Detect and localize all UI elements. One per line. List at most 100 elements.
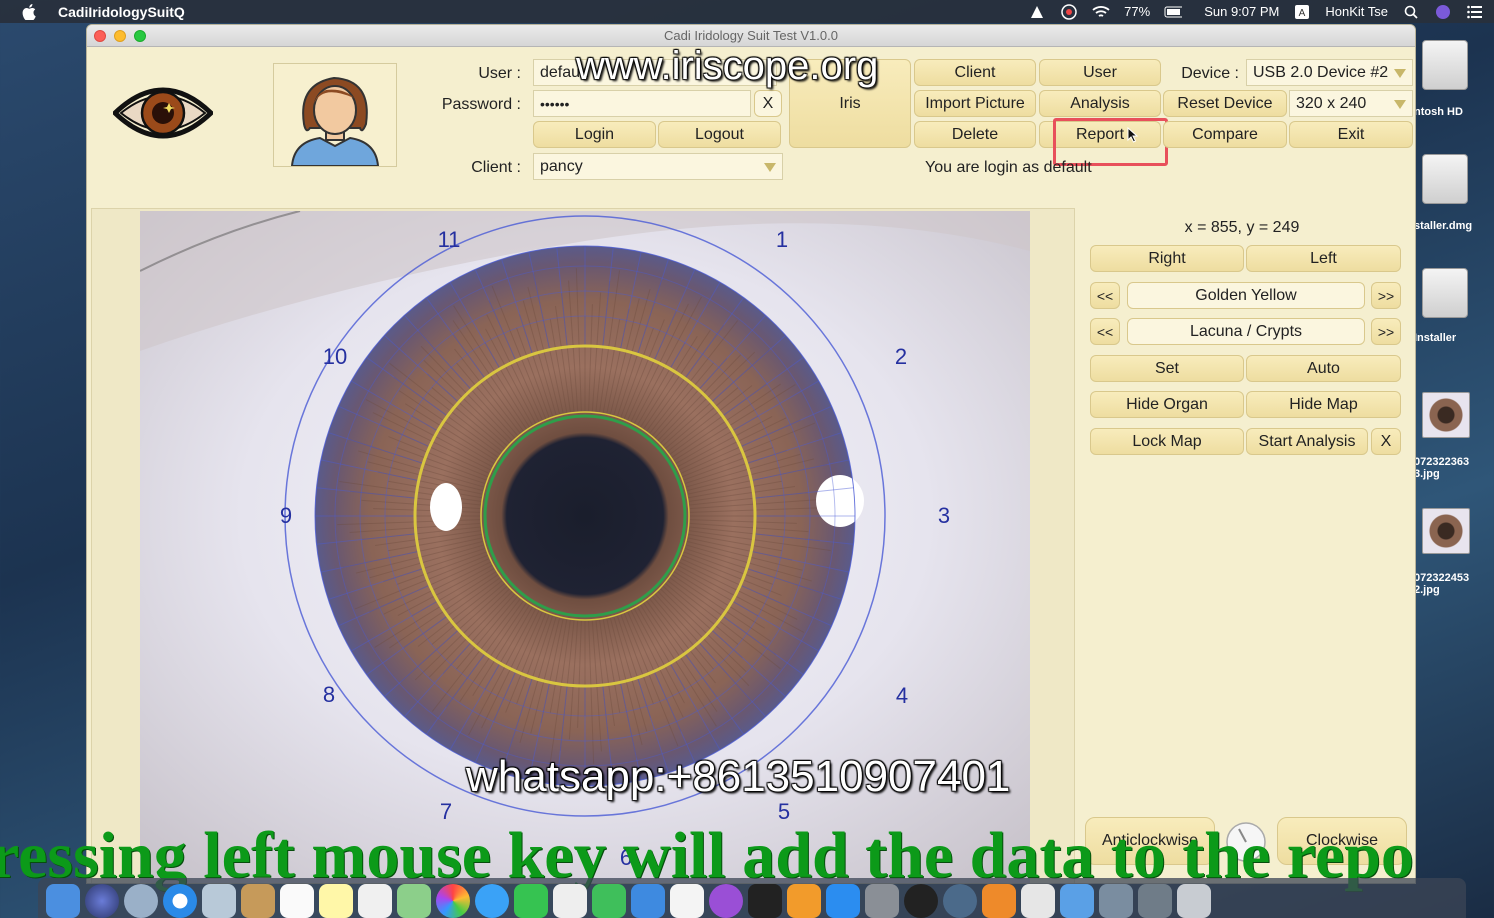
dock [38, 878, 1466, 918]
obs-icon[interactable] [904, 884, 938, 918]
notification-center-icon[interactable] [1466, 4, 1484, 20]
battery-percent: 77% [1124, 4, 1151, 19]
desktop-item-photo-1[interactable]: 072322363 3.jpg [1414, 392, 1494, 480]
website-watermark: www.iriscope.org [576, 44, 879, 88]
keynote-icon[interactable] [631, 884, 665, 918]
resolution-select[interactable]: 320 x 240 [1289, 90, 1413, 117]
device-label: Device : [1181, 65, 1239, 82]
lock-map-button[interactable]: Lock Map [1090, 428, 1244, 455]
close-window-button[interactable] [94, 30, 106, 42]
menubar-user[interactable]: HonKit Tse [1325, 4, 1388, 19]
exit-button[interactable]: Exit [1289, 121, 1413, 148]
app-store-icon[interactable] [826, 884, 860, 918]
hide-map-button[interactable]: Hide Map [1246, 391, 1401, 418]
desktop-item-hd[interactable]: ntosh HD [1414, 40, 1494, 118]
auto-button[interactable]: Auto [1246, 355, 1401, 382]
siri-icon[interactable] [85, 884, 119, 918]
device-select-value: USB 2.0 Device #2 [1253, 63, 1389, 81]
music-icon[interactable] [670, 884, 704, 918]
pages-icon[interactable] [553, 884, 587, 918]
desktop-item-photo-2[interactable]: 072322453 2.jpg [1414, 508, 1494, 596]
whatsapp-watermark: whatsapp:+8613510907401 [466, 752, 1011, 801]
screenshot-folder-icon[interactable] [1138, 884, 1172, 918]
clock-number-9: 9 [280, 503, 292, 528]
document-icon[interactable] [1021, 884, 1055, 918]
hard-drive-icon [1422, 40, 1468, 90]
start-analysis-button[interactable]: Start Analysis [1246, 428, 1368, 455]
mail-icon[interactable] [202, 884, 236, 918]
login-button[interactable]: Login [533, 121, 656, 148]
desktop-item-dmg[interactable]: staller.dmg [1414, 154, 1494, 232]
siri-icon[interactable] [1434, 4, 1452, 20]
facetime-icon[interactable] [514, 884, 548, 918]
desktop-item-label: ntosh HD [1414, 106, 1463, 118]
apple-tv-icon[interactable] [748, 884, 782, 918]
zoom-window-button[interactable] [134, 30, 146, 42]
hide-organ-button[interactable]: Hide Organ [1090, 391, 1244, 418]
reminders-icon[interactable] [358, 884, 392, 918]
record-icon[interactable] [1060, 3, 1078, 20]
desktop-item-label: Installer [1414, 332, 1457, 344]
status-icon[interactable] [1028, 4, 1046, 20]
notes-icon[interactable] [319, 884, 353, 918]
eye-photo-icon [1422, 508, 1470, 554]
analysis-button[interactable]: Analysis [1039, 90, 1161, 117]
import-picture-button[interactable]: Import Picture [914, 90, 1036, 117]
client-button[interactable]: Client [914, 59, 1036, 86]
clear-password-button[interactable]: X [754, 90, 782, 117]
mouse-cursor-icon [1127, 127, 1139, 143]
chevron-down-icon [1394, 100, 1406, 109]
books-icon[interactable] [787, 884, 821, 918]
password-label: Password : [441, 96, 521, 113]
prev-category-button[interactable]: << [1090, 282, 1120, 309]
apple-menu-icon[interactable] [22, 3, 42, 20]
device-select[interactable]: USB 2.0 Device #2 [1246, 59, 1413, 86]
app-icon[interactable] [943, 884, 977, 918]
vlc-icon[interactable] [982, 884, 1016, 918]
next-category-button[interactable]: >> [1371, 282, 1401, 309]
minimize-window-button[interactable] [114, 30, 126, 42]
contacts-icon[interactable] [241, 884, 275, 918]
clock-number-8: 8 [323, 682, 335, 707]
category-display[interactable]: Golden Yellow [1127, 282, 1365, 309]
input-source-icon[interactable]: A [1293, 4, 1311, 20]
cursor-coordinates: x = 855, y = 249 [1184, 219, 1300, 236]
desktop-folder-icon[interactable] [1099, 884, 1133, 918]
wifi-icon[interactable] [1092, 4, 1110, 20]
photos-icon[interactable] [436, 884, 470, 918]
podcasts-icon[interactable] [709, 884, 743, 918]
app-menu-name[interactable]: CadiIridologySuitQ [58, 4, 185, 20]
sign-display[interactable]: Lacuna / Crypts [1127, 318, 1365, 345]
prev-sign-button[interactable]: << [1090, 318, 1120, 345]
compare-button[interactable]: Compare [1163, 121, 1287, 148]
right-eye-button[interactable]: Right [1090, 245, 1244, 272]
logout-button[interactable]: Logout [658, 121, 781, 148]
reset-device-button[interactable]: Reset Device [1163, 90, 1287, 117]
user-button[interactable]: User [1039, 59, 1161, 86]
spotlight-search-icon[interactable] [1402, 4, 1420, 20]
finder-icon[interactable] [46, 884, 80, 918]
clock-number-3: 3 [938, 503, 950, 528]
client-avatar [273, 63, 397, 167]
clock-number-10: 10 [323, 344, 347, 369]
left-eye-button[interactable]: Left [1246, 245, 1401, 272]
launchpad-icon[interactable] [124, 884, 158, 918]
safari-icon[interactable] [163, 884, 197, 918]
calendar-icon[interactable] [280, 884, 314, 918]
chevron-down-icon [1394, 69, 1406, 78]
desktop-item-installer[interactable]: Installer [1414, 268, 1494, 344]
system-preferences-icon[interactable] [865, 884, 899, 918]
downloads-folder-icon[interactable] [1060, 884, 1094, 918]
set-button[interactable]: Set [1090, 355, 1244, 382]
client-select[interactable]: pancy [533, 153, 783, 180]
menubar-clock[interactable]: Sun 9:07 PM [1204, 4, 1279, 19]
maps-icon[interactable] [397, 884, 431, 918]
delete-button[interactable]: Delete [914, 121, 1036, 148]
messages-icon[interactable] [475, 884, 509, 918]
battery-icon[interactable] [1164, 4, 1183, 20]
numbers-icon[interactable] [592, 884, 626, 918]
next-sign-button[interactable]: >> [1371, 318, 1401, 345]
trash-icon[interactable] [1177, 884, 1211, 918]
password-field[interactable]: •••••• [533, 90, 751, 117]
close-analysis-button[interactable]: X [1371, 428, 1401, 455]
